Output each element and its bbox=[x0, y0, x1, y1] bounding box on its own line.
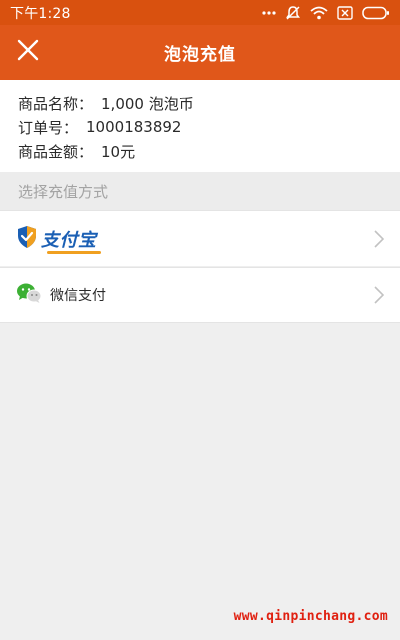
order-number-value: 1000183892 bbox=[86, 118, 182, 136]
payment-option-wechat[interactable]: 微信支付 bbox=[0, 267, 400, 323]
chevron-right-icon bbox=[374, 229, 384, 248]
alipay-logo: 支付宝 bbox=[16, 225, 100, 254]
app-header: 泡泡充值 bbox=[0, 25, 400, 80]
muted-icon bbox=[285, 5, 301, 21]
payment-section-title: 选择充值方式 bbox=[0, 172, 400, 210]
payment-option-alipay[interactable]: 支付宝 bbox=[0, 210, 400, 266]
status-icons bbox=[262, 5, 390, 21]
watermark-text: www.qinpinchang.com bbox=[233, 609, 388, 624]
product-name-value: 1,000 泡泡币 bbox=[101, 94, 194, 113]
close-button[interactable] bbox=[14, 38, 42, 66]
close-icon bbox=[17, 39, 39, 65]
alipay-shield-icon bbox=[16, 225, 38, 253]
chevron-right-icon bbox=[374, 286, 384, 304]
product-name-row: 商品名称： 1,000 泡泡币 bbox=[18, 91, 400, 115]
payment-method-list: 支付宝 微信支付 bbox=[0, 210, 400, 323]
order-info-panel: 商品名称： 1,000 泡泡币 订单号： 1000183892 商品金额： 10… bbox=[0, 80, 400, 172]
alipay-label: 支付宝 bbox=[41, 226, 100, 254]
page-title: 泡泡充值 bbox=[164, 45, 236, 65]
product-price-row: 商品金额： 10元 bbox=[18, 139, 400, 163]
order-number-row: 订单号： 1000183892 bbox=[18, 115, 400, 139]
wifi-icon bbox=[310, 6, 328, 20]
sim-icon bbox=[337, 5, 353, 20]
wechat-label: 微信支付 bbox=[50, 288, 106, 304]
dots-icon bbox=[262, 10, 276, 16]
status-bar: 下午1:28 bbox=[0, 0, 400, 25]
order-number-label: 订单号： bbox=[18, 118, 79, 137]
product-price-value: 10元 bbox=[101, 142, 136, 161]
status-time: 下午1:28 bbox=[10, 5, 71, 22]
wechat-icon bbox=[16, 282, 42, 308]
product-price-label: 商品金额： bbox=[18, 142, 94, 161]
product-name-label: 商品名称： bbox=[18, 94, 94, 113]
battery-icon bbox=[362, 6, 390, 20]
